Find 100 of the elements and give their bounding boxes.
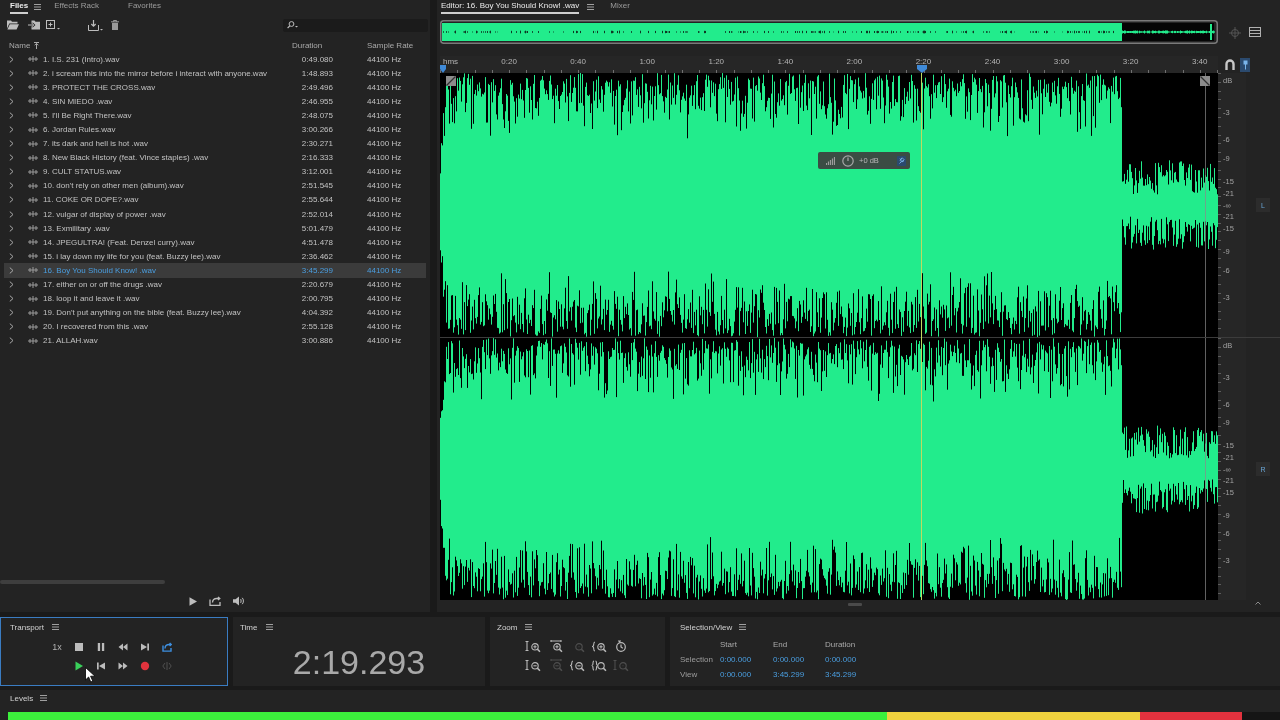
sample-rate-cell: 44100 Hz <box>367 125 402 134</box>
expand-chevron-icon[interactable] <box>9 210 14 218</box>
file-row[interactable]: 7. its dark and hell is hot .wav 2:30.271 44100 Hz <box>4 136 426 151</box>
expand-chevron-icon[interactable] <box>9 281 14 289</box>
time-value[interactable]: 3:45.299 <box>773 670 805 679</box>
expand-chevron-icon[interactable] <box>9 140 14 148</box>
column-header[interactable]: Name <box>9 40 31 50</box>
file-row[interactable]: 14. JPEGULTRA! (Feat. Denzel curry).wav 4:51.478 44100 Hz <box>4 235 426 250</box>
waveform-file-icon <box>28 56 38 63</box>
tray-arrow-icon <box>88 19 103 31</box>
panel-menu-icon[interactable] <box>40 695 48 701</box>
expand-chevron-icon[interactable] <box>9 295 14 303</box>
caret-up-icon[interactable] <box>1255 601 1261 605</box>
file-row[interactable]: 10. don't rely on other men (album).wav 2:51.545 44100 Hz <box>4 178 426 193</box>
expand-chevron-icon[interactable] <box>9 266 14 274</box>
sample-rate-cell: 44100 Hz <box>367 237 402 247</box>
file-row[interactable]: 20. I recovered from this .wav 2:55.128 44100 Hz <box>4 319 426 334</box>
time-label: 2:00 <box>846 57 863 66</box>
expand-chevron-icon[interactable] <box>9 55 14 63</box>
expand-chevron-icon[interactable] <box>9 154 14 162</box>
file-row[interactable]: 9. CULT STATUS.wav 3:12.001 44100 Hz <box>4 164 426 179</box>
waveform-file-icon <box>28 112 38 119</box>
panel-menu-icon[interactable] <box>525 624 533 630</box>
panel-tab[interactable]: Files <box>10 0 29 14</box>
open-folder-icon <box>7 20 19 30</box>
column-header[interactable]: Sample Rate <box>367 40 414 50</box>
expand-chevron-icon[interactable] <box>9 126 14 133</box>
file-row[interactable]: 5. I'll Be Right There.wav 2:48.075 44100 Hz <box>4 108 426 123</box>
insert-button[interactable] <box>88 18 103 32</box>
file-row[interactable]: 11. COKE OR DOPE?.wav 2:55.644 44100 Hz <box>4 192 426 208</box>
time-label: 0:40 <box>570 57 586 66</box>
expand-chevron-icon[interactable] <box>9 323 14 331</box>
expand-chevron-icon[interactable] <box>9 83 14 91</box>
panel-menu-icon[interactable] <box>739 624 747 630</box>
file-name: 8. New Black History (feat. Vince staples) .wav <box>43 153 209 163</box>
panel-tab[interactable]: Mixer <box>610 0 630 14</box>
file-name: 7. its dark and hell is hot .wav <box>43 139 148 149</box>
expand-chevron-icon[interactable] <box>9 111 14 119</box>
time-value[interactable]: 0:00.000 <box>825 655 857 664</box>
sample-rate-cell: 44100 Hz <box>367 167 402 177</box>
expand-chevron-icon[interactable] <box>9 182 14 190</box>
playback-speed[interactable]: 1x <box>52 641 62 652</box>
file-row[interactable]: 12. vulgar of display of power .wav 2:52.014 44100 Hz <box>4 207 426 222</box>
expand-chevron-icon[interactable] <box>9 309 14 317</box>
search-field[interactable] <box>283 18 428 32</box>
file-row[interactable]: 6. Jordan Rules.wav 3:00.266 44100 Hz <box>4 122 426 137</box>
file-row[interactable]: 4. SIN MIEDO .wav 2:46.955 44100 Hz <box>4 94 426 109</box>
timeline-ruler[interactable]: hms 0:20 0:40 1:00 1:20 1:40 2:00 2:20 2:40 3:00 3:20 3:40 <box>440 56 1218 73</box>
file-row[interactable]: 2. i scream this into the mirror before i interact with anyone.wav 1:48.893 44100 Hz <box>4 66 426 81</box>
panel-menu-icon[interactable] <box>51 624 59 630</box>
file-row[interactable]: 16. Boy You Should Know! .wav 3:45.299 44100 Hz <box>4 263 426 278</box>
time-value[interactable]: 3:45.299 <box>825 670 857 679</box>
expand-chevron-icon[interactable] <box>9 97 14 105</box>
expand-chevron-icon[interactable] <box>9 224 14 232</box>
file-row[interactable]: 19. Don't put anything on the bible (feat. Buzzy lee).wav 4:04.392 44100 Hz <box>4 305 426 320</box>
magnet-icon[interactable] <box>1225 59 1235 70</box>
panel-menu-icon[interactable] <box>587 4 595 10</box>
list-icon[interactable] <box>1249 27 1261 37</box>
waveform-file-icon <box>28 309 38 316</box>
file-row[interactable]: 18. loop it and leave it .wav 2:00.795 44100 Hz <box>4 291 426 306</box>
expand-chevron-icon[interactable] <box>9 196 14 204</box>
expand-chevron-icon[interactable] <box>9 69 14 77</box>
panel-tab[interactable]: Effects Rack <box>54 0 99 14</box>
expand-chevron-icon[interactable] <box>9 168 14 176</box>
duration-cell: 4:51.478 <box>301 237 333 247</box>
volume-button[interactable] <box>232 594 245 608</box>
new-file-button[interactable] <box>46 18 60 32</box>
time-value[interactable]: 0:00.000 <box>720 655 752 664</box>
panel-tab[interactable]: Editor: 16. Boy You Should Know! .wav <box>441 0 580 14</box>
waveform-file-icon <box>28 168 38 175</box>
file-row[interactable]: 8. New Black History (feat. Vince staples) .wav 2:16.333 44100 Hz <box>4 150 426 165</box>
waveform-file-icon <box>28 211 38 218</box>
file-row[interactable]: 3. PROTECT THE CROSS.wav 2:49.496 44100 Hz <box>4 80 426 95</box>
duration-cell: 2:48.075 <box>301 110 333 120</box>
expand-chevron-icon[interactable] <box>9 238 14 246</box>
panel-menu-icon[interactable] <box>34 4 42 10</box>
marker-pin-icon[interactable] <box>1240 57 1250 72</box>
file-row[interactable]: 1. I.S. 231 (Intro).wav 0:49.080 44100 Hz <box>4 52 426 67</box>
start-marker-icon[interactable] <box>440 65 446 73</box>
waveform-overview[interactable] <box>440 20 1218 44</box>
time-value[interactable]: 0:00.000 <box>773 655 805 664</box>
expand-chevron-icon[interactable] <box>9 252 14 260</box>
file-row[interactable]: 21. ALLAH.wav 3:00.886 44100 Hz <box>4 333 426 348</box>
file-name: 1. I.S. 231 (Intro).wav <box>43 54 120 64</box>
file-row[interactable]: 17. either on or off the drugs .wav 2:20.679 44100 Hz <box>4 277 426 292</box>
scrollbar-thumb[interactable] <box>848 603 862 606</box>
loop-preview-button[interactable] <box>208 594 221 608</box>
file-row[interactable]: 13. Exmilitary .wav 5:01.479 44100 Hz <box>4 221 426 236</box>
duration-cell: 3:00.266 <box>301 125 333 134</box>
time-value[interactable]: 0:00.000 <box>720 670 752 679</box>
panel-menu-icon[interactable] <box>266 624 274 630</box>
column-header[interactable]: Duration <box>292 40 323 50</box>
file-row[interactable]: 15. i lay down my life for you (feat. Buzzy lee).wav 2:36.462 44100 Hz <box>4 249 426 264</box>
delete-button[interactable] <box>111 18 119 32</box>
import-button[interactable] <box>28 18 40 32</box>
panel-tab[interactable]: Favorites <box>128 0 161 14</box>
open-button[interactable] <box>7 18 19 32</box>
file-name: 12. vulgar of display of power .wav <box>43 209 166 219</box>
sample-rate-cell: 44100 Hz <box>367 195 402 205</box>
expand-chevron-icon[interactable] <box>9 337 14 345</box>
